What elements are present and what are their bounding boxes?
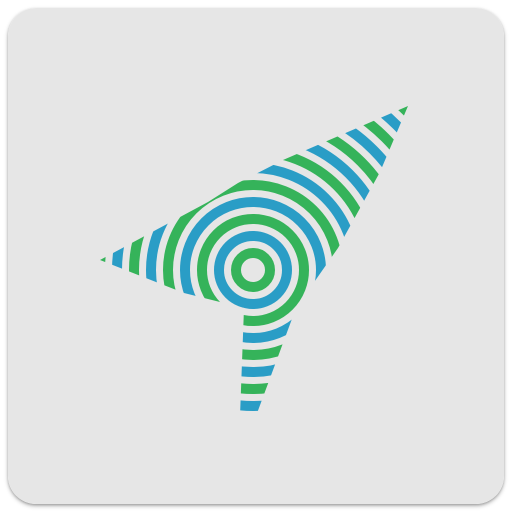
app-icon[interactable]: [8, 8, 504, 504]
compass-arrow-icon: [8, 8, 504, 504]
icon-canvas: [0, 0, 512, 512]
